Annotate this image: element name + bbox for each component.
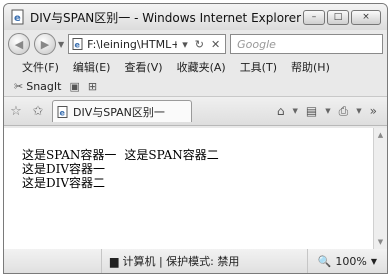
links-bar: ✂ SnagIt ▣ ⊞: [4, 76, 387, 96]
forward-icon: ▶: [40, 37, 50, 51]
minimize-button[interactable]: –: [303, 9, 325, 25]
menu-tools[interactable]: 工具(T): [240, 59, 277, 75]
menu-view[interactable]: 查看(V): [124, 59, 162, 75]
svg-text:e: e: [14, 13, 21, 24]
window-controls: – □ ×: [303, 9, 381, 25]
zoom-icon: 🔍: [317, 254, 332, 268]
span-container-two: 这是SPAN容器二: [124, 148, 219, 162]
tab-active[interactable]: e DIV与SPAN区别一: [52, 100, 192, 122]
capture-region-icon[interactable]: ⊞: [88, 80, 97, 93]
forward-button[interactable]: ▶: [34, 33, 56, 55]
refresh-icon[interactable]: ↻: [193, 38, 206, 51]
home-icon[interactable]: ⌂: [277, 104, 285, 118]
zone-label: 计算机 | 保护模式: 禁用: [122, 255, 240, 268]
search-placeholder: Google: [237, 37, 276, 51]
title-bar: e DIV与SPAN区别一 - Windows Internet Explore…: [4, 4, 387, 30]
address-dropdown-icon[interactable]: ▾: [180, 38, 190, 51]
print-dropdown-icon[interactable]: ▼: [356, 107, 361, 115]
favorites-star-icon[interactable]: ☆: [8, 104, 24, 119]
status-bar: ▆ 计算机 | 保护模式: 禁用 🔍 100% ▼: [4, 249, 387, 273]
home-dropdown-icon[interactable]: ▼: [293, 107, 298, 115]
span-line: 这是SPAN容器一 这是SPAN容器二: [22, 148, 227, 162]
svg-text:e: e: [75, 41, 81, 50]
tab-page-icon: e: [57, 105, 68, 118]
scroll-down-icon[interactable]: ▼: [374, 235, 387, 249]
menu-favorites[interactable]: 收藏夹(A): [177, 59, 226, 75]
ie-page-icon: e: [11, 9, 24, 25]
close-button[interactable]: ×: [351, 9, 381, 25]
tab-label: DIV与SPAN区别一: [73, 105, 165, 119]
page-icon: e: [72, 38, 83, 50]
zoom-level: 100%: [335, 254, 367, 268]
add-favorites-icon[interactable]: ✩: [30, 104, 46, 119]
zoom-dropdown-icon[interactable]: ▼: [371, 257, 377, 266]
stop-icon[interactable]: ✕: [209, 38, 222, 51]
tab-bar: ☆ ✩ e DIV与SPAN区别一 ⌂ ▼ ▤ ▼ ⎙ ▼ »: [4, 96, 387, 126]
scroll-up-icon[interactable]: ▲: [374, 128, 387, 142]
security-zone[interactable]: ▆ 计算机 | 保护模式: 禁用: [102, 253, 247, 269]
browser-window: e DIV与SPAN区别一 - Windows Internet Explore…: [3, 3, 388, 274]
feeds-dropdown-icon[interactable]: ▼: [325, 107, 330, 115]
svg-text:e: e: [60, 108, 66, 117]
search-input[interactable]: Google: [230, 34, 383, 54]
more-tools-icon[interactable]: »: [370, 104, 377, 118]
menu-help[interactable]: 帮助(H): [291, 59, 330, 75]
span-container-one: 这是SPAN容器一: [22, 148, 117, 162]
history-dropdown-icon[interactable]: ▼: [58, 40, 64, 49]
page-content: 这是SPAN容器一 这是SPAN容器二 这是DIV容器一 这是DIV容器二 ▲ ▼: [4, 128, 387, 250]
back-icon: ◀: [14, 37, 24, 51]
snagit-icon: ✂: [14, 79, 24, 93]
computer-icon: ▆: [110, 254, 119, 268]
command-bar: ⌂ ▼ ▤ ▼ ⎙ ▼ »: [277, 104, 383, 119]
window-title: DIV与SPAN区别一 - Windows Internet Explorer: [30, 10, 302, 25]
back-button[interactable]: ◀: [8, 33, 30, 55]
snagit-label: SnagIt: [26, 79, 62, 93]
address-bar[interactable]: e F:\leining\HTML+\ ▾ ↻ ✕: [68, 34, 227, 54]
document-body: 这是SPAN容器一 这是SPAN容器二 这是DIV容器一 这是DIV容器二: [22, 148, 227, 190]
print-icon[interactable]: ⎙: [339, 104, 349, 119]
menu-edit[interactable]: 编辑(E): [73, 59, 111, 75]
menu-file[interactable]: 文件(F): [22, 59, 59, 75]
feeds-icon[interactable]: ▤: [306, 104, 317, 118]
maximize-button[interactable]: □: [327, 9, 349, 25]
address-url[interactable]: F:\leining\HTML+\: [87, 38, 177, 51]
capture-window-icon[interactable]: ▣: [69, 80, 79, 93]
address-toolbar: ◀ ▶ ▼ e F:\leining\HTML+\ ▾ ↻ ✕ Google: [4, 30, 387, 58]
status-text-area: [4, 249, 102, 273]
div-container-two: 这是DIV容器二: [22, 176, 106, 190]
div-container-one: 这是DIV容器一: [22, 162, 106, 176]
snagit-button[interactable]: ✂ SnagIt: [14, 80, 61, 93]
menu-bar: 文件(F) 编辑(E) 查看(V) 收藏夹(A) 工具(T) 帮助(H): [4, 58, 387, 76]
zoom-control[interactable]: 🔍 100% ▼: [306, 249, 387, 273]
vertical-scrollbar[interactable]: ▲ ▼: [373, 128, 387, 249]
